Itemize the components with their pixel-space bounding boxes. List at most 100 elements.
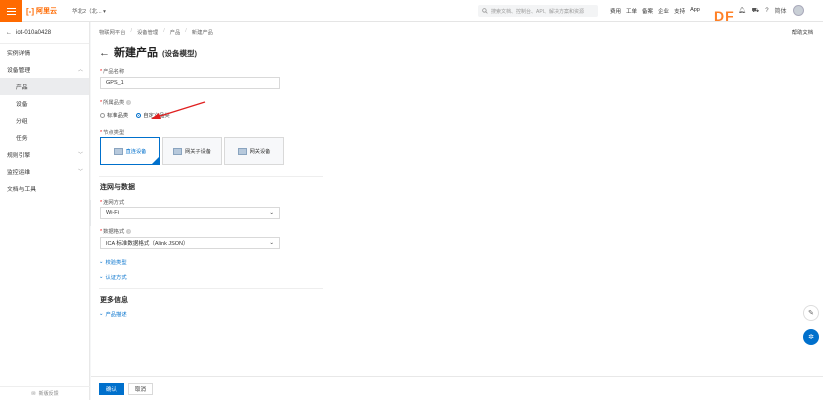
bell-icon[interactable]: 🔔︎: [738, 7, 746, 14]
sidebar: ← iot-010a0428 实例详情 设备管理 ︿ 产品 设备 分组 任务 规则…: [0, 22, 90, 400]
feedback-label: 新版反馈: [38, 391, 59, 397]
top-link-support[interactable]: 支持: [674, 7, 685, 15]
chevron-down-icon: ⌄: [269, 210, 274, 216]
page-title-row: ← 新建产品 (设备模型): [99, 44, 197, 60]
sidebar-item-label: 设备管理: [7, 68, 31, 74]
main-content: 物联网平台 / 设备管理 / 产品 / 新建产品 帮助文档 ← 新建产品 (设备模型)…: [91, 22, 823, 400]
top-link-app[interactable]: App: [690, 7, 700, 15]
top-link-icp[interactable]: 备案: [642, 7, 653, 15]
data-format-select[interactable]: ICA 标准数据格式（Alink JSON） ⌄: [100, 237, 280, 249]
help-question-icon: ?: [126, 229, 132, 235]
breadcrumb-item[interactable]: 设备管理: [137, 28, 158, 36]
node-type-gateway-subdevice[interactable]: 网关子设备: [162, 137, 222, 165]
sidebar-item-device-management[interactable]: 设备管理 ︿: [0, 61, 89, 78]
breadcrumb: 物联网平台 / 设备管理 / 产品 / 新建产品: [99, 28, 213, 36]
chat-float-button[interactable]: ✎: [803, 305, 819, 321]
sidebar-item-device[interactable]: 设备: [0, 95, 89, 112]
help-circle-icon[interactable]: ?: [765, 8, 768, 14]
verify-type-toggle[interactable]: ⌄ 校验类型: [99, 258, 127, 266]
top-links: 费用 工单 备案 企业 支持 App: [610, 7, 700, 15]
sidebar-item-label: 规则引擎: [7, 153, 31, 159]
search-icon: [482, 8, 488, 14]
section-more-info: 更多信息: [100, 297, 128, 304]
grid-icon: ✲: [808, 334, 814, 341]
instance-id: iot-010a0428: [16, 29, 52, 36]
form-footer: 确认 取消: [91, 376, 823, 400]
node-type-gateway-device[interactable]: 网关设备: [224, 137, 284, 165]
language-switch[interactable]: 简体: [775, 6, 787, 15]
back-arrow-icon[interactable]: ←: [6, 30, 12, 36]
hamburger-menu-icon[interactable]: [0, 0, 22, 22]
breadcrumb-item[interactable]: 物联网平台: [99, 28, 126, 36]
cancel-button[interactable]: 取消: [128, 383, 154, 395]
chevron-down-icon: ⌄: [269, 240, 274, 246]
feedback-icon: ✉: [31, 390, 36, 397]
sidebar-item-rule-engine[interactable]: 规则引擎 ﹀: [0, 146, 89, 163]
sidebar-item-instance-details[interactable]: 实例详情: [0, 44, 89, 61]
chevron-down-icon: ﹀: [77, 169, 83, 175]
chevron-down-icon: ﹀: [77, 152, 83, 158]
confirm-button[interactable]: 确认: [99, 383, 125, 395]
page-subtitle: (设备模型): [162, 49, 197, 58]
search-placeholder: 搜索文档、控制台、API、解决方案和资源: [491, 8, 585, 15]
aliyun-logo[interactable]: [-] 阿里云: [26, 6, 57, 16]
sidebar-item-label: 分组: [16, 119, 28, 125]
top-link-enterprise[interactable]: 企业: [658, 7, 669, 15]
product-description-toggle[interactable]: ⌄ 产品描述: [99, 310, 127, 318]
top-link-fees[interactable]: 费用: [610, 7, 621, 15]
apps-float-button[interactable]: ✲: [803, 329, 819, 345]
divider: [99, 288, 323, 289]
region-selector[interactable]: 华北2（北... ▾: [72, 7, 106, 15]
chevron-down-icon: ⌄: [99, 274, 104, 280]
feedback-link[interactable]: ✉ 新版反馈: [0, 386, 90, 400]
sidebar-item-label: 产品: [16, 85, 28, 91]
chevron-up-icon: ︿: [77, 67, 83, 73]
annotation-arrow: [151, 101, 206, 119]
sidebar-item-label: 监控运维: [7, 170, 31, 176]
sidebar-item-group[interactable]: 分组: [0, 112, 89, 129]
breadcrumb-item[interactable]: 产品: [170, 28, 181, 36]
subdevice-icon: [173, 147, 183, 155]
data-format-label: *数据格式?: [100, 229, 132, 235]
node-type-label: *节点类型: [100, 130, 125, 136]
node-type-cards: 直连设备 网关子设备 网关设备: [100, 137, 284, 165]
global-search-input[interactable]: 搜索文档、控制台、API、解决方案和资源: [478, 5, 598, 17]
chevron-down-icon: ⌄: [99, 311, 104, 317]
radio-standard-category[interactable]: 标准品类: [100, 111, 128, 119]
sidebar-item-docs-tools[interactable]: 文档与工具: [0, 180, 89, 197]
radio-indicator-selected: [136, 112, 142, 118]
chat-icon: ✎: [808, 310, 814, 317]
chevron-down-icon: ⌄: [99, 259, 104, 265]
back-arrow-icon[interactable]: ←: [99, 47, 110, 59]
sidebar-item-label: 文档与工具: [7, 187, 36, 193]
top-link-tickets[interactable]: 工单: [626, 7, 637, 15]
logo-mark-icon: [-]: [26, 6, 34, 16]
auth-method-toggle[interactable]: ⌄ 认证方式: [99, 273, 127, 281]
node-type-direct-device[interactable]: 直连设备: [100, 137, 160, 165]
help-question-icon: ?: [126, 100, 132, 106]
network-method-select[interactable]: Wi-Fi ⌄: [100, 207, 280, 219]
sidebar-item-product[interactable]: 产品: [0, 78, 89, 95]
sidebar-item-monitoring[interactable]: 监控运维 ﹀: [0, 163, 89, 180]
product-name-input[interactable]: GPS_1: [100, 77, 280, 89]
gateway-icon: [237, 147, 247, 155]
sidebar-item-label: 实例详情: [7, 51, 31, 57]
radio-indicator: [100, 112, 105, 118]
product-name-label: *产品名称: [100, 69, 125, 75]
logo-text: 阿里云: [36, 8, 57, 15]
sidebar-item-task[interactable]: 任务: [0, 129, 89, 146]
section-network-data: 连网与数据: [100, 184, 135, 191]
product-name-value: GPS_1: [106, 80, 124, 86]
device-icon: [113, 147, 123, 155]
avatar[interactable]: [792, 5, 804, 16]
page-title: 新建产品: [114, 47, 158, 59]
cart-icon[interactable]: ⛟: [752, 7, 760, 15]
help-docs-link[interactable]: 帮助文档: [792, 28, 813, 36]
breadcrumb-item-current: 新建产品: [191, 30, 213, 36]
category-label: *所属品类?: [100, 100, 132, 106]
top-navigation-bar: [-] 阿里云 华北2（北... ▾ 搜索文档、控制台、API、解决方案和资源 …: [0, 0, 823, 24]
top-icon-group: 🔔︎ ⛟ ? 简体: [720, 5, 804, 16]
sidebar-item-label: 设备: [16, 102, 28, 108]
sidebar-instance-header[interactable]: ← iot-010a0428: [0, 22, 89, 44]
network-method-label: *连网方式: [100, 200, 125, 206]
